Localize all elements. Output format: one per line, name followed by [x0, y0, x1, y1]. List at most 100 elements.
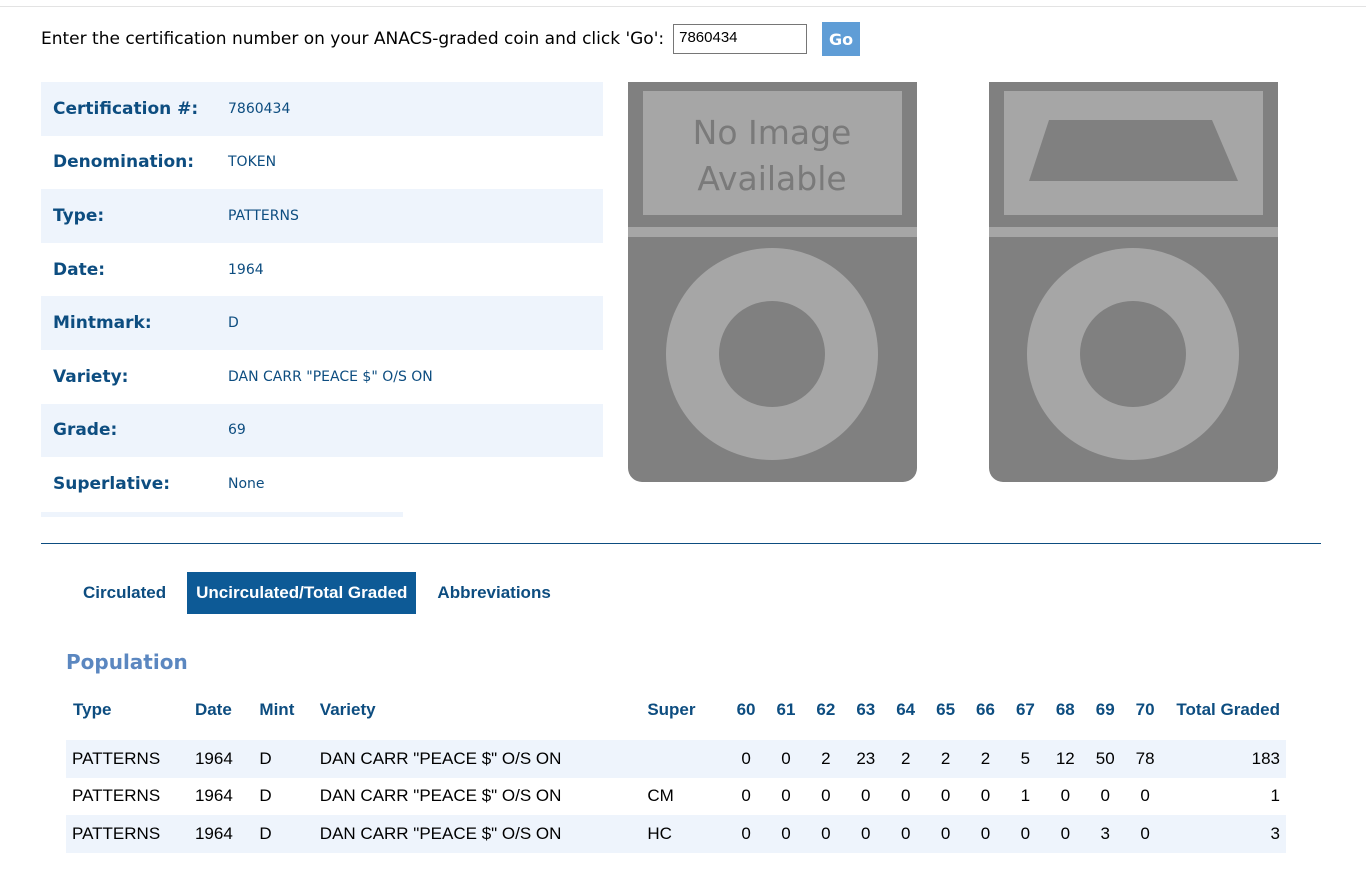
cell-grade-count: 2: [965, 740, 1006, 778]
cell-date: 1964: [194, 740, 260, 778]
detail-label: Date:: [53, 259, 106, 280]
cell-grade-count: 50: [1085, 740, 1126, 778]
tab-uncirculated-total-graded[interactable]: Uncirculated/Total Graded: [187, 572, 417, 614]
cell-total-graded: 3: [1165, 815, 1286, 853]
cell-grade-count: 12: [1045, 740, 1086, 778]
detail-value: D: [228, 315, 239, 332]
col-header-type: Type: [73, 700, 112, 719]
cell-grade-count: 0: [1125, 815, 1166, 853]
detail-label: Type:: [53, 205, 105, 226]
col-header-date: Date: [194, 700, 232, 719]
table-row: PATTERNS 1964 D DAN CARR "PEACE $" O/S O…: [66, 740, 1286, 778]
cell-grade-count: 0: [885, 815, 926, 853]
no-image-line1: No Image: [693, 113, 852, 152]
detail-label: Mintmark:: [53, 313, 152, 334]
detail-value: 69: [228, 422, 246, 439]
detail-row-variety: Variety: DAN CARR "PEACE $" O/S ON: [41, 350, 603, 404]
cell-grade-count: 0: [766, 740, 806, 778]
detail-value: 1964: [228, 261, 264, 278]
detail-row-grade: Grade: 69: [41, 403, 603, 458]
cell-mint: D: [259, 815, 320, 853]
no-image-line2: Available: [697, 159, 846, 198]
table-row: PATTERNS 1964 D DAN CARR "PEACE $" O/S O…: [66, 815, 1286, 853]
detail-value: PATTERNS: [228, 207, 299, 224]
population-tabs: Circulated Uncirculated/Total Graded Abb…: [74, 572, 572, 614]
coin-slab-reverse-image[interactable]: [989, 82, 1278, 482]
col-header-grade: 65: [936, 700, 956, 719]
col-header-super: Super: [647, 700, 696, 719]
col-header-grade: 69: [1095, 700, 1115, 719]
cell-grade-count: 0: [821, 786, 831, 806]
col-header-grade: 61: [776, 700, 796, 719]
cell-grade-count: 2: [885, 740, 926, 778]
cell-grade-count: 2: [805, 740, 846, 778]
tab-abbreviations[interactable]: Abbreviations: [428, 572, 559, 614]
cell-type: PATTERNS: [66, 740, 195, 778]
cell-grade-count: 0: [900, 786, 911, 806]
detail-label: Superlative:: [53, 473, 171, 494]
cell-super: HC: [647, 815, 727, 853]
cell-variety: DAN CARR "PEACE $" O/S ON: [319, 786, 562, 806]
detail-value: None: [228, 475, 265, 492]
detail-row-certification: Certification #: 7860434: [41, 82, 603, 136]
detail-label: Variety:: [53, 366, 129, 387]
cell-grade-count: 0: [781, 786, 791, 806]
go-button[interactable]: Go: [822, 22, 861, 56]
cell-total-graded: 183: [1165, 740, 1286, 778]
cert-number-input[interactable]: [673, 24, 808, 54]
col-header-total-graded: Total Graded: [1176, 700, 1280, 719]
population-header-row: Type Date Mint Variety Super 60 61 62 63…: [66, 692, 1286, 728]
cell-grade-count: 3: [1085, 815, 1126, 853]
cell-super: CM: [647, 786, 674, 806]
cell-type: PATTERNS: [72, 786, 161, 806]
cell-grade-count: 1: [1020, 786, 1031, 806]
detail-row-date: Date: 1964: [41, 243, 603, 297]
detail-row-type: Type: PATTERNS: [41, 189, 603, 243]
detail-label: Grade:: [53, 420, 118, 441]
cert-details-table: Certification #: 7860434 Denomination: T…: [41, 82, 603, 511]
cell-mint: D: [259, 786, 272, 806]
cell-grade-count: 0: [805, 815, 846, 853]
cell-grade-count: 78: [1125, 740, 1166, 778]
cell-grade-count: 0: [1045, 815, 1086, 853]
col-header-grade: 63: [856, 700, 876, 719]
cell-date: 1964: [194, 786, 233, 806]
section-divider: [41, 543, 1321, 544]
label-shape-icon: [1029, 120, 1238, 181]
cell-grade-count: 0: [861, 786, 871, 806]
col-header-grade: 64: [896, 700, 916, 719]
detail-row-denomination: Denomination: TOKEN: [41, 136, 603, 190]
detail-label: Certification #:: [53, 98, 199, 119]
cell-grade-count: 0: [1005, 815, 1046, 853]
cell-grade-count: 0: [1100, 786, 1110, 806]
tab-circulated[interactable]: Circulated: [74, 572, 175, 614]
col-header-grade: 60: [736, 700, 756, 719]
detail-value: DAN CARR "PEACE $" O/S ON: [228, 368, 433, 385]
details-footer-bar: [41, 512, 403, 517]
cell-variety: DAN CARR "PEACE $" O/S ON: [319, 815, 648, 853]
cert-lookup-label: Enter the certification number on your A…: [41, 29, 665, 49]
detail-row-superlative: Superlative: None: [41, 457, 603, 511]
cell-grade-count: 0: [925, 815, 966, 853]
cell-grade-count: 0: [1060, 786, 1071, 806]
detail-row-mintmark: Mintmark: D: [41, 296, 603, 350]
table-row: PATTERNS 1964 D DAN CARR "PEACE $" O/S O…: [66, 778, 1286, 816]
col-header-mint: Mint: [259, 700, 295, 719]
cell-grade-count: 0: [726, 740, 767, 778]
cell-grade-count: 0: [726, 815, 767, 853]
col-header-grade: 66: [976, 700, 995, 719]
col-header-variety: Variety: [319, 700, 376, 719]
cell-grade-count: 5: [1005, 740, 1046, 778]
cell-total-graded: 1: [1270, 786, 1280, 806]
cell-date: 1964: [194, 815, 260, 853]
detail-value: TOKEN: [228, 154, 277, 171]
col-header-grade: 68: [1055, 700, 1075, 719]
population-table: Type Date Mint Variety Super 60 61 62 63…: [66, 692, 1286, 853]
col-header-grade: 70: [1135, 700, 1155, 719]
coin-slab-obverse-image[interactable]: No Image Available: [628, 82, 917, 482]
population-title: Population: [66, 650, 188, 674]
cell-grade-count: 0: [965, 815, 1006, 853]
detail-label: Denomination:: [53, 152, 195, 173]
cert-lookup-form: Enter the certification number on your A…: [41, 22, 861, 56]
cell-super: [647, 740, 727, 778]
